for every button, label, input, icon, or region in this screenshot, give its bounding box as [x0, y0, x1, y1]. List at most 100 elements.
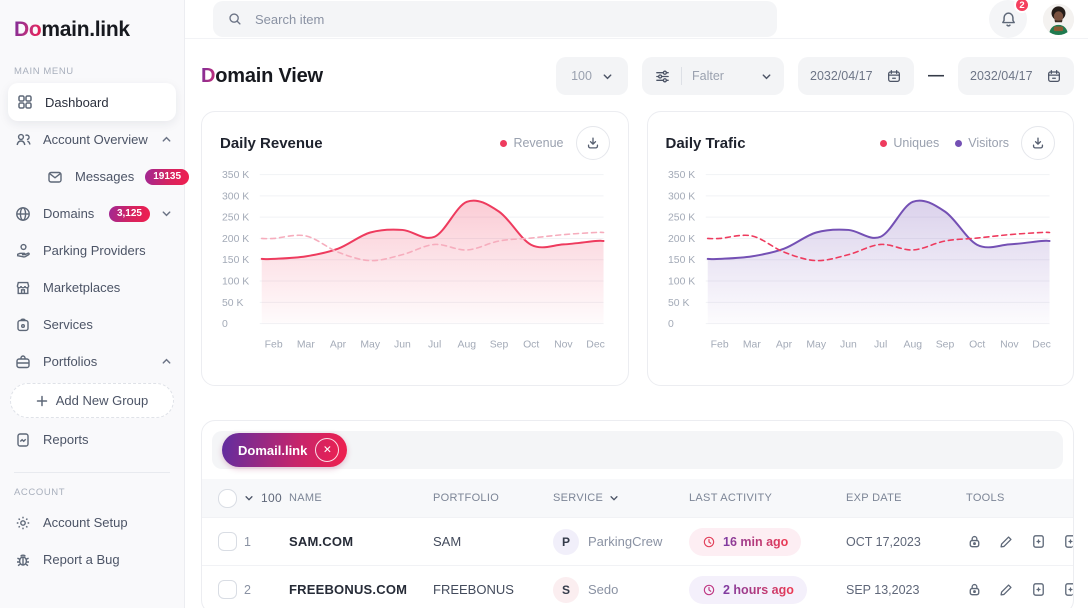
logo-rest: main.link — [41, 18, 129, 41]
date-to-value: 2032/04/17 — [970, 69, 1033, 83]
dashboard-grid-icon — [16, 93, 34, 111]
sidebar-item-marketplaces[interactable]: Marketplaces — [0, 269, 184, 306]
activity-text: 16 min ago — [723, 535, 788, 549]
svg-text:Jun: Jun — [394, 339, 411, 350]
column-header-tools: TOOLS — [966, 492, 1073, 504]
service-initial-badge: S — [553, 577, 579, 603]
legend-dot — [880, 140, 887, 147]
user-avatar[interactable] — [1043, 4, 1074, 35]
svg-text:150 K: 150 K — [222, 255, 249, 266]
file-add-icon[interactable] — [1030, 581, 1047, 598]
sidebar-item-label: Messages — [75, 169, 134, 184]
sidebar: Domain.link MAIN MENU Dashboard Account … — [0, 0, 185, 608]
sidebar-item-reports[interactable]: Reports — [0, 421, 184, 458]
select-all-checkbox[interactable] — [218, 489, 237, 508]
bug-icon — [14, 551, 32, 569]
sidebar-item-parking-providers[interactable]: Parking Providers — [0, 232, 184, 269]
remove-filter-icon[interactable]: ✕ — [315, 438, 339, 462]
legend-item-uniques[interactable]: Uniques — [880, 136, 939, 150]
chart-header: Daily Revenue Revenue — [220, 126, 610, 160]
page-title-accent: D — [201, 65, 215, 87]
legend-item-revenue[interactable]: Revenue — [500, 136, 563, 150]
legend-label: Visitors — [968, 136, 1009, 150]
notifications-button[interactable]: 2 — [989, 0, 1027, 38]
chevron-down-icon[interactable] — [244, 493, 254, 503]
users-icon — [14, 131, 32, 149]
svg-text:350 K: 350 K — [667, 170, 694, 181]
activity-pill: 2 hours ago — [689, 576, 807, 604]
edit-pencil-icon[interactable] — [998, 581, 1015, 598]
sidebar-item-messages[interactable]: Messages 19135 — [0, 158, 184, 195]
download-chart-button[interactable] — [1021, 126, 1055, 160]
row-checkbox[interactable] — [218, 532, 237, 551]
svg-text:Mar: Mar — [297, 339, 315, 350]
download-icon — [585, 135, 601, 151]
legend-dot — [500, 140, 507, 147]
filter-value: Falter — [692, 69, 751, 83]
search-icon — [227, 11, 243, 27]
svg-text:May: May — [360, 339, 380, 350]
envelope-icon — [46, 168, 64, 186]
download-chart-button[interactable] — [576, 126, 610, 160]
sidebar-item-report-a-bug[interactable]: Report a Bug — [0, 541, 184, 578]
date-from-picker[interactable]: 2032/04/17 — [798, 57, 914, 95]
svg-text:50 K: 50 K — [667, 298, 688, 309]
sidebar-item-account-setup[interactable]: Account Setup — [0, 504, 184, 541]
table-row[interactable]: 2 FREEBONUS.COM FREEBONUS S Sedo 2 hours… — [202, 565, 1073, 608]
chevron-down-icon — [609, 493, 619, 503]
file-add-icon[interactable] — [1030, 533, 1047, 550]
active-filter-chip[interactable]: Domail.link ✕ — [222, 433, 347, 467]
sidebar-item-label: Reports — [43, 432, 172, 447]
chart-title: Daily Trafic — [666, 135, 746, 152]
sidebar-item-services[interactable]: Services — [0, 306, 184, 343]
svg-text:Sep: Sep — [490, 339, 509, 350]
column-header-service[interactable]: SERVICE — [553, 492, 689, 504]
page-title-rest: omain View — [215, 65, 323, 87]
file-export-icon[interactable] — [1062, 581, 1074, 598]
svg-text:Nov: Nov — [1000, 339, 1019, 350]
daily-trafic-card: Daily Trafic Uniques Visitors — [647, 111, 1075, 386]
lock-icon[interactable] — [966, 581, 983, 598]
row-checkbox[interactable] — [218, 580, 237, 599]
filter-select[interactable]: Falter — [642, 57, 784, 95]
portfolio-cell: SAM — [433, 534, 553, 549]
svg-text:Jul: Jul — [428, 339, 441, 350]
svg-text:Sep: Sep — [935, 339, 954, 350]
service-box-icon — [14, 316, 32, 334]
domain-name-cell: FREEBONUS.COM — [289, 582, 433, 597]
page-size-select[interactable]: 100 — [556, 57, 628, 95]
column-header-last-activity: LAST ACTIVITY — [689, 492, 846, 504]
svg-text:Apr: Apr — [775, 339, 792, 350]
file-export-icon[interactable] — [1062, 533, 1074, 550]
sidebar-item-account-overview[interactable]: Account Overview — [0, 121, 184, 158]
svg-text:Feb: Feb — [265, 339, 283, 350]
chart-legend: Uniques Visitors — [880, 136, 1009, 150]
sidebar-item-dashboard[interactable]: Dashboard — [8, 83, 176, 121]
sidebar-item-domains[interactable]: Domains 3,125 — [0, 195, 184, 232]
add-new-group-button[interactable]: Add New Group — [10, 383, 174, 418]
search-bar[interactable] — [213, 1, 777, 37]
sidebar-item-portfolios[interactable]: Portfolios — [0, 343, 184, 380]
svg-text:100 K: 100 K — [667, 277, 694, 288]
svg-text:Apr: Apr — [330, 339, 347, 350]
legend-item-visitors[interactable]: Visitors — [955, 136, 1009, 150]
page-title: Domain View — [201, 65, 323, 88]
svg-text:Jul: Jul — [873, 339, 886, 350]
edit-pencil-icon[interactable] — [998, 533, 1015, 550]
sidebar-item-label: Services — [43, 317, 172, 332]
exp-date-cell: SEP 13,2023 — [846, 583, 966, 597]
table-row[interactable]: 1 SAM.COM SAM P ParkingCrew 16 min ago — [202, 517, 1073, 565]
header-controls: 100 Falter — [556, 57, 1074, 95]
search-input[interactable] — [253, 11, 763, 28]
daily-revenue-chart: 350 K300 K250 K200 K150 K100 K50 K0FebMa… — [220, 166, 610, 366]
svg-text:0: 0 — [667, 319, 673, 330]
svg-text:Jun: Jun — [840, 339, 857, 350]
date-to-picker[interactable]: 2032/04/17 — [958, 57, 1074, 95]
svg-text:Aug: Aug — [903, 339, 922, 350]
gear-icon — [14, 514, 32, 532]
svg-text:Dec: Dec — [586, 339, 605, 350]
clock-icon — [702, 583, 716, 597]
lock-icon[interactable] — [966, 533, 983, 550]
activity-text: 2 hours ago — [723, 583, 794, 597]
activity-pill: 16 min ago — [689, 528, 801, 556]
